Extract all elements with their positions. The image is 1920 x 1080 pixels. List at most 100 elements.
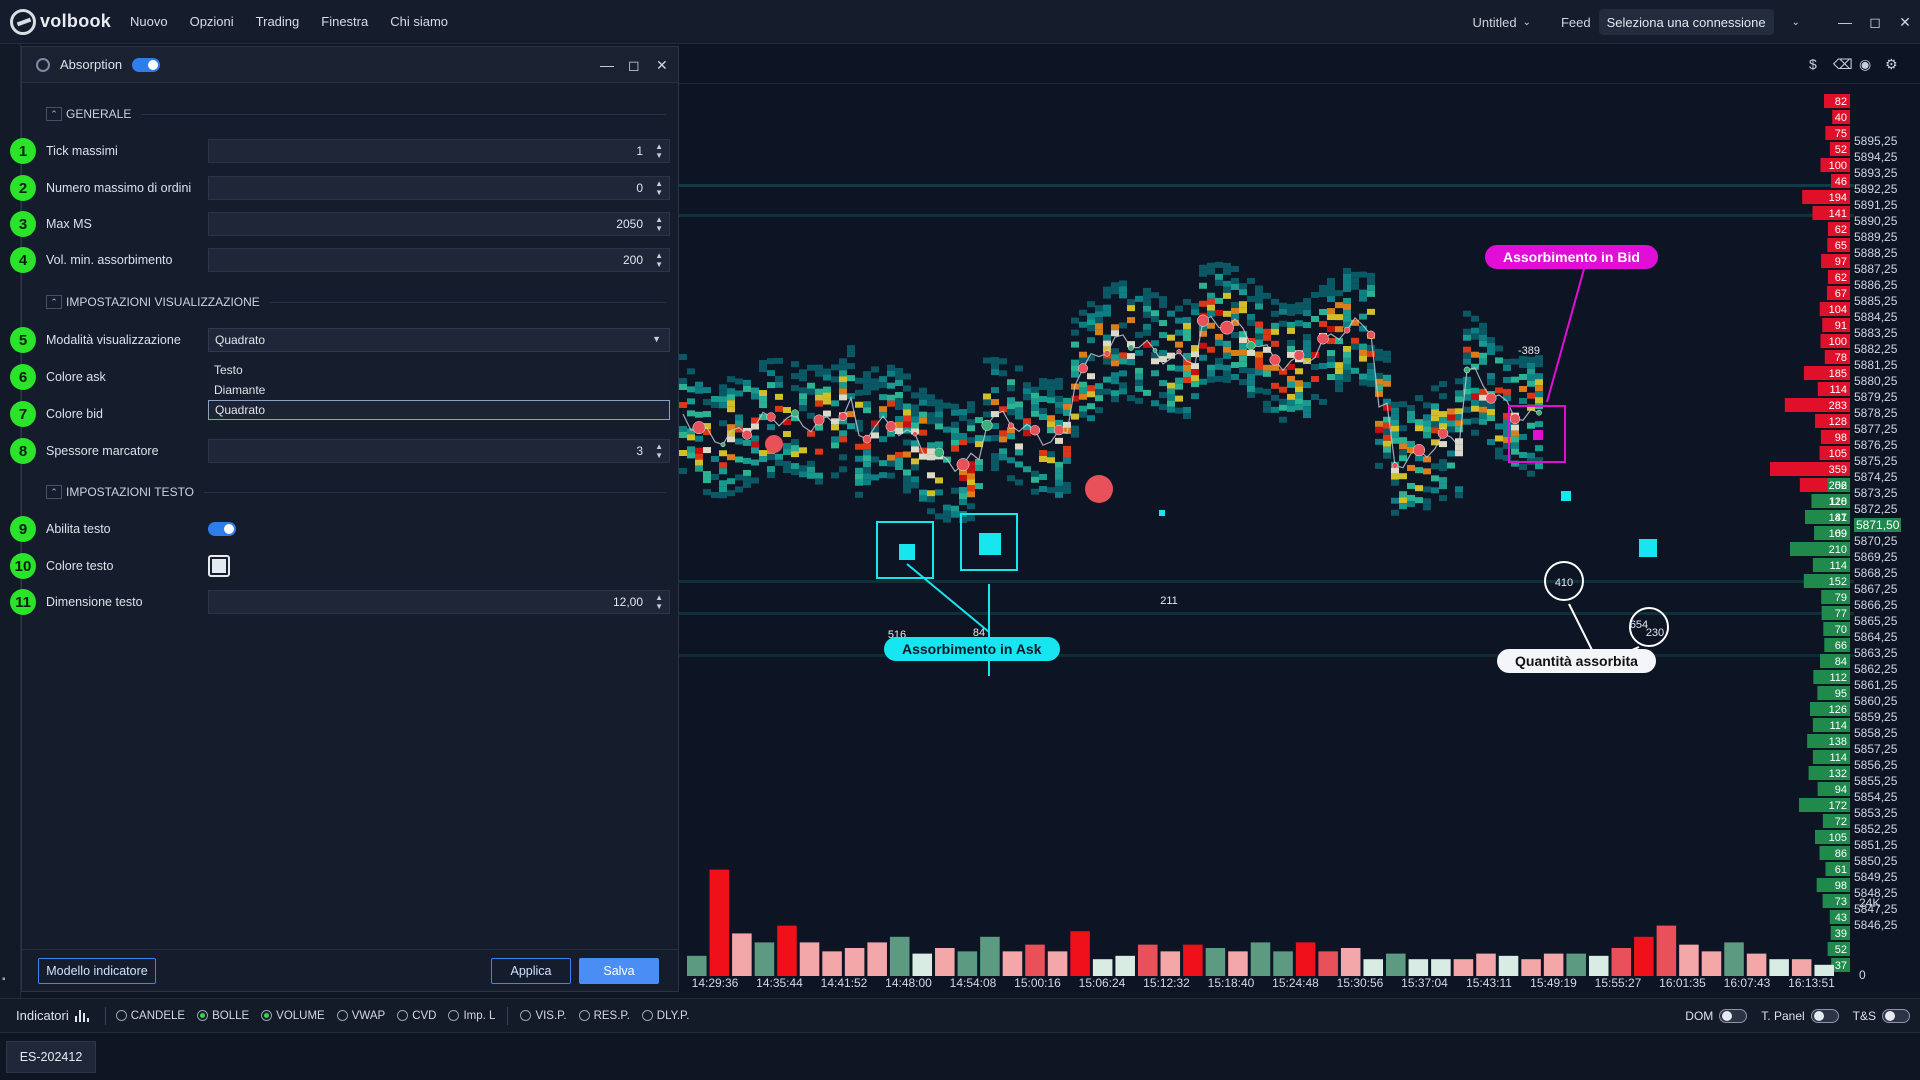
volume-bar xyxy=(1386,953,1406,976)
max-orders-input[interactable]: 0 ▲ ▼ xyxy=(208,176,670,200)
close-icon[interactable]: ✕ xyxy=(656,57,668,74)
menu-item-chi-siamo[interactable]: Chi siamo xyxy=(390,14,448,29)
trade-bubble xyxy=(1078,363,1088,374)
heatmap-cell xyxy=(1055,407,1063,414)
workspace-name[interactable]: Untitled xyxy=(1472,15,1516,30)
indicator-template-button[interactable]: Modello indicatore xyxy=(38,958,156,984)
stepper-icon[interactable]: ▲ ▼ xyxy=(655,251,663,269)
heatmap-cell xyxy=(1487,439,1495,446)
bar-chart-icon[interactable] xyxy=(74,1009,91,1022)
minimize-icon[interactable]: — xyxy=(600,57,614,73)
heatmap-cell xyxy=(1183,316,1191,323)
stepper-icon[interactable]: ▲ ▼ xyxy=(655,442,663,460)
section-general[interactable]: ⌃ GENERALE xyxy=(46,107,666,121)
min-volume-input[interactable]: 200 ▲ ▼ xyxy=(208,248,670,272)
annotation-arrow xyxy=(906,563,990,633)
radio-dot[interactable] xyxy=(336,1010,348,1021)
radio-dot[interactable] xyxy=(261,1010,273,1021)
text-size-input[interactable]: 12,00 ▲ ▼ xyxy=(208,590,670,614)
record-icon[interactable]: ◉ xyxy=(1859,56,1871,73)
volume-bar xyxy=(687,955,707,976)
radio-cvd[interactable]: CVD xyxy=(397,1007,436,1025)
radio-res-p-[interactable]: RES.P. xyxy=(578,1007,630,1025)
trade-bubble xyxy=(791,409,799,418)
symbol-tab[interactable]: ES-202412 xyxy=(6,1041,96,1073)
minimize-icon[interactable]: — xyxy=(1830,14,1860,30)
menu-item-opzioni[interactable]: Opzioni xyxy=(190,14,234,29)
heatmap-cell xyxy=(1391,425,1399,432)
heatmap-cell xyxy=(1447,408,1455,415)
heatmap-cell xyxy=(1479,352,1487,359)
indicator-enable-toggle[interactable] xyxy=(132,57,161,72)
collapse-icon[interactable]: ⌃ xyxy=(46,485,62,499)
heatmap-cell xyxy=(1415,497,1423,504)
stepper-icon[interactable]: ▲ ▼ xyxy=(655,142,663,160)
heatmap-cell xyxy=(1367,374,1375,381)
dollar-icon[interactable]: $ xyxy=(1809,56,1817,72)
chevron-down-icon[interactable]: ⌄ xyxy=(1792,17,1800,28)
menu-item-finestra[interactable]: Finestra xyxy=(321,14,368,29)
maximize-icon[interactable]: ◻ xyxy=(628,57,640,74)
gear-icon[interactable]: ⚙ xyxy=(1885,56,1898,73)
section-text[interactable]: ⌃ IMPOSTAZIONI TESTO xyxy=(46,485,666,499)
chevron-down-icon[interactable]: ⌄ xyxy=(1523,17,1531,28)
dom-toggle[interactable] xyxy=(1719,1009,1748,1023)
menu-item-nuovo[interactable]: Nuovo xyxy=(130,14,168,29)
radio-volume[interactable]: VOLUME xyxy=(261,1007,325,1025)
maximize-icon[interactable]: ◻ xyxy=(1860,14,1890,31)
price-scale[interactable]: 5895,25 5894,25 5893,25 5892,25 5891,25 5890,… xyxy=(1854,88,1920,932)
tpanel-toggle[interactable] xyxy=(1810,1009,1839,1023)
radio-dot[interactable] xyxy=(115,1010,127,1021)
stepper-icon[interactable]: ▲ ▼ xyxy=(655,593,663,611)
section-display[interactable]: ⌃ IMPOSTAZIONI VISUALIZZAZIONE xyxy=(46,295,666,309)
heatmap-cell xyxy=(1319,362,1327,369)
text-enable-toggle[interactable] xyxy=(208,522,236,536)
save-button[interactable]: Salva xyxy=(579,958,659,984)
step-badge: 11 xyxy=(10,589,36,615)
heatmap-cell xyxy=(839,364,847,371)
radio-dot[interactable] xyxy=(520,1010,532,1021)
marker-thickness-input[interactable]: 3 ▲ ▼ xyxy=(208,439,670,463)
display-mode-select[interactable]: Quadrato ▼ xyxy=(208,328,670,352)
radio-dot[interactable] xyxy=(197,1010,209,1021)
chevron-down-icon[interactable]: ▼ xyxy=(652,334,661,344)
heatmap-cell xyxy=(1271,394,1279,401)
max-ms-input[interactable]: 2050 ▲ ▼ xyxy=(208,212,670,236)
ask-absorption-marker xyxy=(1639,539,1657,557)
heatmap-cell xyxy=(927,448,935,455)
chart-area[interactable]: $ ⌫ ◉ ⚙ 82 40 75 52 100 46 194 141 62 65 97 62 67 104… xyxy=(679,44,1920,992)
close-icon[interactable]: ✕ xyxy=(1890,14,1920,31)
stepper-icon[interactable]: ▲ ▼ xyxy=(655,179,663,197)
radio-dot[interactable] xyxy=(448,1010,460,1021)
radio-imp-l[interactable]: Imp. L xyxy=(448,1007,495,1025)
radio-candele[interactable]: CANDELE xyxy=(115,1007,185,1025)
collapse-icon[interactable]: ⌃ xyxy=(46,107,62,121)
connection-select[interactable]: Seleziona una connessione xyxy=(1598,9,1774,35)
menu-item-trading[interactable]: Trading xyxy=(256,14,300,29)
radio-bolle[interactable]: BOLLE xyxy=(197,1007,249,1025)
stepper-icon[interactable]: ▲ ▼ xyxy=(655,215,663,233)
heatmap-cell xyxy=(679,432,687,438)
radio-dly-p-[interactable]: DLY.P. xyxy=(641,1007,689,1025)
text-color-swatch[interactable] xyxy=(208,555,230,577)
heatmap-cell xyxy=(1479,334,1487,341)
ts-toggle[interactable] xyxy=(1882,1009,1910,1023)
collapse-icon[interactable]: ⌃ xyxy=(46,295,62,309)
apply-button[interactable]: Applica xyxy=(491,958,571,984)
radio-vis-p-[interactable]: VIS.P. xyxy=(520,1007,567,1025)
heatmap-cell xyxy=(887,472,895,479)
heatmap-chart[interactable]: 82 40 75 52 100 46 194 141 62 65 97 62 67 104 91 100 78 1… xyxy=(679,84,1854,976)
heatmap-cell xyxy=(1343,375,1351,382)
heatmap-cell xyxy=(1055,437,1063,444)
radio-vwap[interactable]: VWAP xyxy=(336,1007,385,1025)
eraser-icon[interactable]: ⌫ xyxy=(1833,56,1853,73)
heatmap-cell xyxy=(695,435,703,442)
heatmap-cell xyxy=(711,473,719,480)
radio-dot[interactable] xyxy=(641,1010,653,1021)
tick-max-input[interactable]: 1 ▲ ▼ xyxy=(208,139,670,163)
radio-dot[interactable] xyxy=(578,1010,590,1021)
trade-bubble xyxy=(956,458,970,471)
radio-dot[interactable] xyxy=(397,1010,409,1021)
heatmap-cell xyxy=(983,411,991,418)
indicators-label[interactable]: Indicatori xyxy=(16,1008,69,1023)
